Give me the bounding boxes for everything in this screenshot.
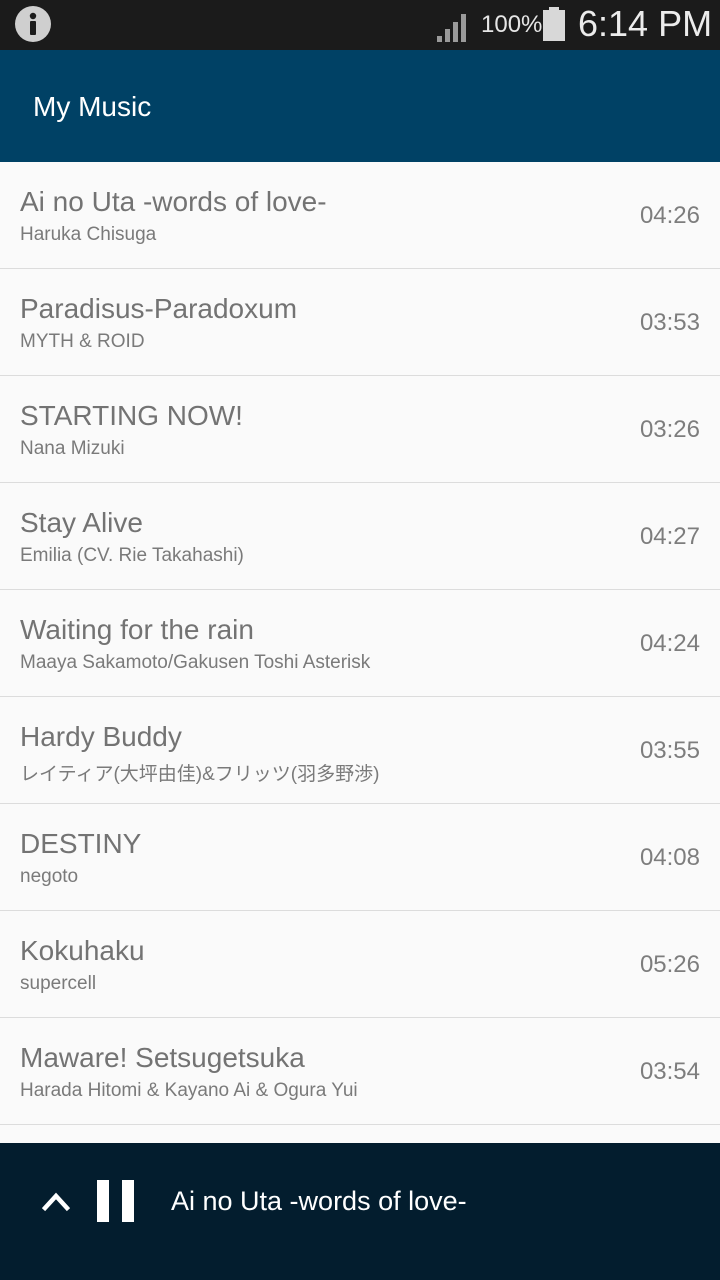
- song-duration: 03:53: [639, 309, 700, 336]
- signal-icon: [436, 10, 472, 47]
- song-title: Ai no Uta -words of love-: [20, 186, 327, 217]
- song-row[interactable]: Paradisus-Paradoxum MYTH & ROID 03:53: [0, 269, 720, 376]
- song-row[interactable]: Hardy Buddy レイティア(大坪由佳)&フリッツ(羽多野渉) 03:55: [0, 697, 720, 804]
- status-bar: 100% 6:14 PM: [0, 0, 720, 50]
- song-row[interactable]: STARTING NOW! Nana Mizuki 03:26: [0, 376, 720, 483]
- song-artist: MYTH & ROID: [20, 331, 145, 352]
- clock: 6:14 PM: [578, 3, 713, 44]
- song-row[interactable]: Stay Alive Emilia (CV. Rie Takahashi) 04…: [0, 483, 720, 590]
- song-row[interactable]: Ai no Uta -words of love- Haruka Chisuga…: [0, 162, 720, 269]
- pause-button[interactable]: [97, 1180, 135, 1227]
- song-list[interactable]: Ai no Uta -words of love- Haruka Chisuga…: [0, 162, 720, 1142]
- song-title: Kokuhaku: [20, 935, 145, 966]
- now-playing-title[interactable]: Ai no Uta -words of love-: [171, 1186, 467, 1217]
- song-title: Hardy Buddy: [20, 721, 182, 752]
- song-artist: Haruka Chisuga: [20, 224, 157, 245]
- song-title: Maware! Setsugetsuka: [20, 1042, 305, 1073]
- song-duration: 03:55: [639, 737, 700, 764]
- info-icon[interactable]: [15, 6, 51, 42]
- song-duration: 03:54: [639, 1058, 700, 1085]
- song-duration: 04:26: [639, 202, 700, 229]
- pause-icon[interactable]: [97, 1180, 135, 1226]
- song-title: Paradisus-Paradoxum: [20, 293, 298, 324]
- song-row[interactable]: Waiting for the rain Maaya Sakamoto/Gaku…: [0, 590, 720, 697]
- song-title: Waiting for the rain: [20, 614, 254, 645]
- song-title: STARTING NOW!: [20, 400, 243, 431]
- song-duration: 04:08: [639, 844, 700, 871]
- song-artist: Emilia (CV. Rie Takahashi): [20, 545, 244, 566]
- song-artist: Maaya Sakamoto/Gakusen Toshi Asterisk: [20, 652, 371, 673]
- page-title: My Music: [33, 91, 152, 122]
- song-title: DESTINY: [20, 828, 142, 859]
- battery-icon: [542, 7, 566, 46]
- song-artist: negoto: [20, 866, 79, 887]
- song-artist: レイティア(大坪由佳)&フリッツ(羽多野渉): [20, 764, 380, 785]
- song-row[interactable]: Maware! Setsugetsuka Harada Hitomi & Kay…: [0, 1018, 720, 1125]
- song-artist: Harada Hitomi & Kayano Ai & Ogura Yui: [20, 1080, 358, 1101]
- chevron-up-icon[interactable]: [41, 1187, 71, 1218]
- song-artist: supercell: [20, 973, 97, 994]
- song-duration: 05:26: [639, 951, 700, 978]
- app-bar: My Music: [0, 50, 720, 162]
- battery-percent: 100%: [481, 11, 543, 38]
- song-title: Stay Alive: [20, 507, 143, 538]
- song-artist: Nana Mizuki: [20, 438, 125, 459]
- song-duration: 04:24: [639, 630, 700, 657]
- song-row[interactable]: Kokuhaku supercell 05:26: [0, 911, 720, 1018]
- song-duration: 03:26: [639, 416, 700, 443]
- song-row[interactable]: DESTINY negoto 04:08: [0, 804, 720, 911]
- song-duration: 04:27: [639, 523, 700, 550]
